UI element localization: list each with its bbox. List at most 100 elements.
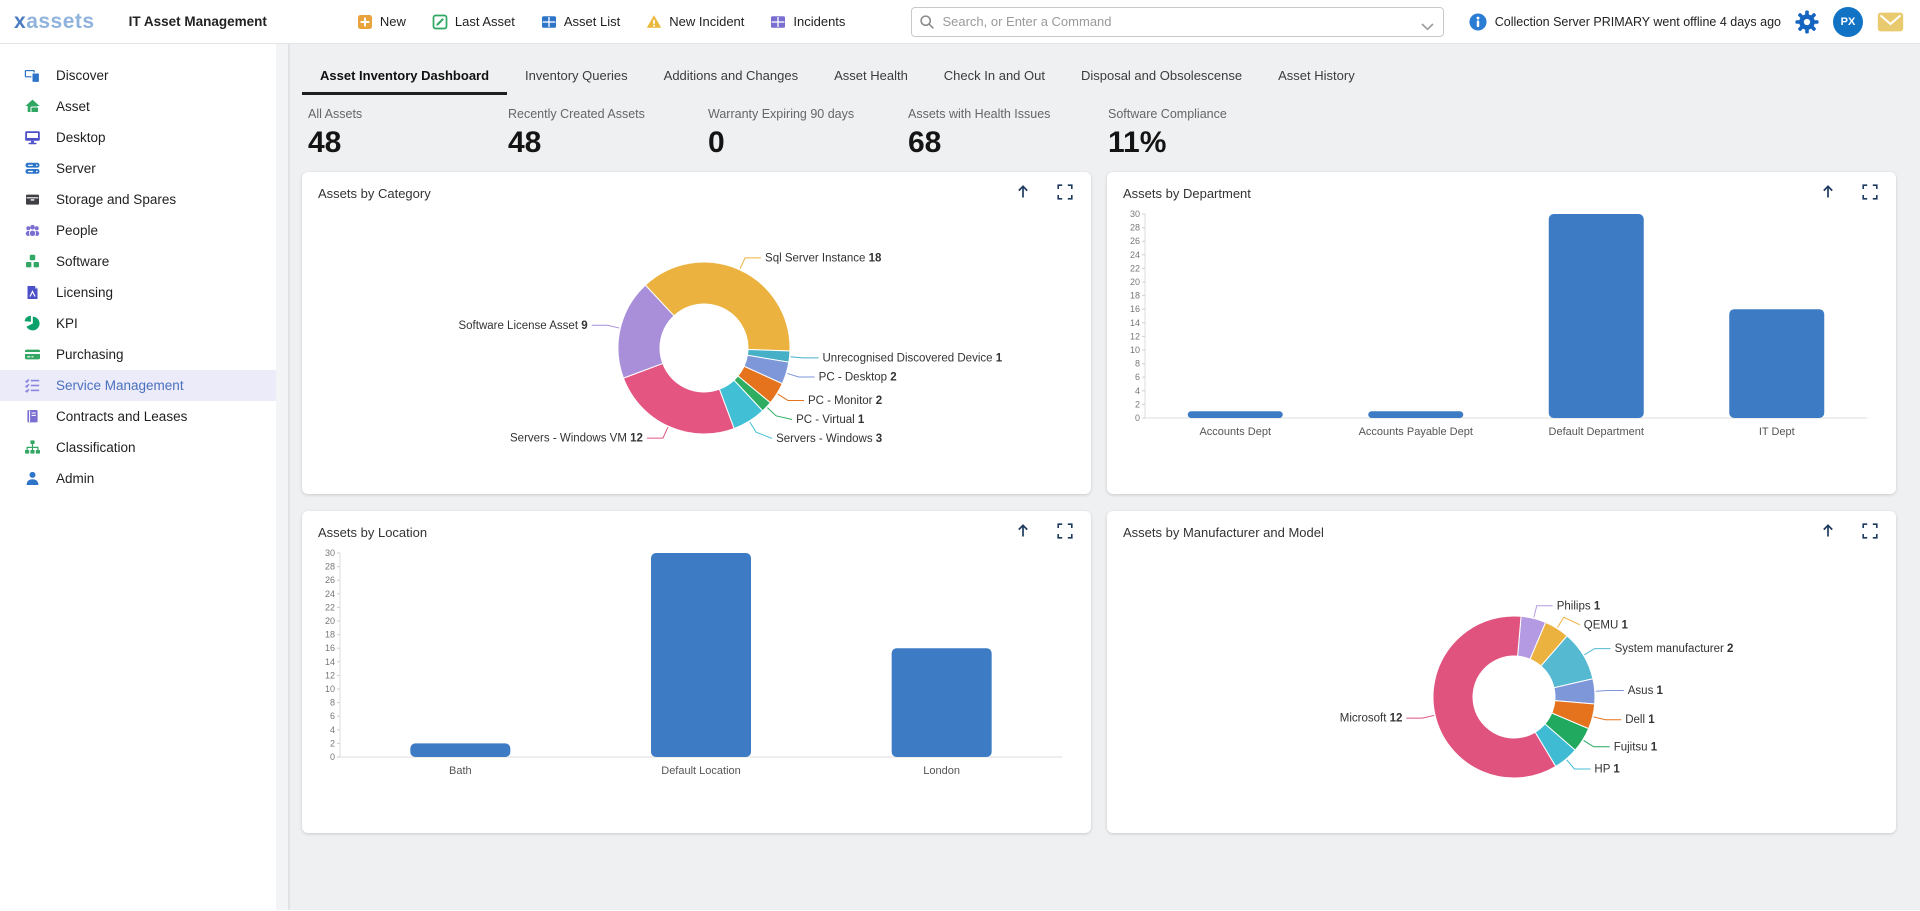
action-label: Incidents — [793, 14, 845, 29]
sidebar-item-admin[interactable]: Admin — [0, 463, 276, 494]
chevron-down-icon[interactable] — [1421, 18, 1434, 26]
search-box — [911, 7, 1444, 37]
card-assets-by-manufacturer-and-model: Assets by Manufacturer and ModelPhilips … — [1107, 511, 1896, 833]
sidebar-item-storage-and-spares[interactable]: Storage and Spares — [0, 184, 276, 215]
logo-x: x — [14, 10, 26, 33]
svg-text:Bath: Bath — [449, 765, 472, 777]
action-new-incident[interactable]: New Incident — [646, 14, 744, 30]
avatar[interactable]: PX — [1833, 7, 1863, 37]
tab-additions-and-changes[interactable]: Additions and Changes — [646, 58, 816, 95]
card-assets-by-location: Assets by Location0246810121416182022242… — [302, 511, 1091, 833]
expand-icon[interactable] — [1057, 184, 1075, 202]
bar-chart: 024681012141618202224262830Accounts Dept… — [1119, 206, 1879, 478]
action-asset-list[interactable]: Asset List — [541, 14, 620, 30]
sidebar-item-label: Server — [56, 161, 96, 176]
sidebar-item-licensing[interactable]: Licensing — [0, 277, 276, 308]
stats-row: All Assets48Recently Created Assets48War… — [308, 107, 1920, 160]
svg-text:8: 8 — [1135, 359, 1140, 369]
action-last-asset[interactable]: Last Asset — [432, 14, 515, 30]
chart-area: Philips 1QEMU 1System manufacturer 2Asus… — [1107, 543, 1896, 822]
sidebar-item-service-management[interactable]: Service Management — [0, 370, 276, 401]
warning-triangle-icon — [646, 14, 662, 30]
app-title: IT Asset Management — [129, 14, 267, 29]
svg-text:PC - Desktop 2: PC - Desktop 2 — [819, 371, 897, 383]
sidebar-item-contracts-and-leases[interactable]: Contracts and Leases — [0, 401, 276, 432]
monitor-icon — [24, 129, 41, 146]
sidebar-item-desktop[interactable]: Desktop — [0, 122, 276, 153]
gear-icon[interactable] — [1795, 10, 1819, 34]
svg-text:Software License Asset 9: Software License Asset 9 — [458, 320, 587, 332]
action-incidents[interactable]: Incidents — [770, 14, 845, 30]
xassets-logo[interactable]: xassets — [14, 10, 95, 34]
export-arrow-icon[interactable] — [1015, 523, 1033, 541]
stat-value: 48 — [508, 126, 708, 160]
sidebar-item-label: KPI — [56, 316, 78, 331]
tab-disposal-and-obsolescense[interactable]: Disposal and Obsolescense — [1063, 58, 1260, 95]
action-new[interactable]: New — [357, 14, 406, 30]
svg-text:28: 28 — [325, 562, 335, 572]
donut-chart: Philips 1QEMU 1System manufacturer 2Asus… — [1119, 545, 1879, 817]
svg-text:Accounts Dept: Accounts Dept — [1199, 426, 1271, 438]
svg-text:Microsoft 12: Microsoft 12 — [1340, 713, 1403, 725]
export-arrow-icon[interactable] — [1015, 184, 1033, 202]
cubes-icon — [24, 253, 41, 270]
bar-chart: 024681012141618202224262830BathDefault L… — [314, 545, 1074, 817]
svg-text:London: London — [923, 765, 960, 777]
sidebar-scrollbar[interactable] — [276, 44, 290, 910]
svg-text:4: 4 — [1135, 386, 1140, 396]
svg-text:14: 14 — [1130, 318, 1140, 328]
sidebar-item-label: Classification — [56, 440, 136, 455]
sidebar-item-server[interactable]: Server — [0, 153, 276, 184]
card-title: Assets by Category — [318, 186, 991, 201]
tab-asset-health[interactable]: Asset Health — [816, 58, 926, 95]
search-input[interactable] — [911, 7, 1444, 37]
svg-text:22: 22 — [325, 602, 335, 612]
export-arrow-icon[interactable] — [1820, 184, 1838, 202]
server-status: Collection Server PRIMARY went offline 4… — [1469, 13, 1781, 31]
stat-value: 0 — [708, 126, 908, 160]
chart-area: Sql Server Instance 18Unrecognised Disco… — [302, 204, 1091, 483]
sidebar-item-discover[interactable]: Discover — [0, 60, 276, 91]
sidebar-item-software[interactable]: Software — [0, 246, 276, 277]
svg-text:PC - Monitor 2: PC - Monitor 2 — [808, 395, 882, 407]
expand-icon[interactable] — [1862, 523, 1880, 541]
tab-inventory-queries[interactable]: Inventory Queries — [507, 58, 646, 95]
tab-check-in-and-out[interactable]: Check In and Out — [926, 58, 1063, 95]
topbar-actions: New Last Asset Asset List New Incident Incid… — [357, 14, 846, 30]
plus-square-icon — [357, 14, 373, 30]
person-icon — [24, 470, 41, 487]
svg-text:18: 18 — [1130, 291, 1140, 301]
svg-text:12: 12 — [1130, 331, 1140, 341]
sidebar: Discover AssetDesktop Server Storage and Sp… — [0, 44, 276, 910]
svg-text:20: 20 — [1130, 277, 1140, 287]
svg-text:6: 6 — [330, 711, 335, 721]
info-circle-icon[interactable] — [1469, 13, 1487, 31]
mail-icon[interactable] — [1877, 12, 1904, 32]
svg-text:8: 8 — [330, 698, 335, 708]
stat-warranty-expiring-90-days: Warranty Expiring 90 days0 — [708, 107, 908, 160]
chart-cards: Assets by Category Sql Server Instance 18… — [302, 172, 1906, 833]
export-arrow-icon[interactable] — [1820, 523, 1838, 541]
card-title: Assets by Location — [318, 525, 991, 540]
book-icon — [24, 408, 41, 425]
svg-text:26: 26 — [325, 575, 335, 585]
sidebar-item-classification[interactable]: Classification — [0, 432, 276, 463]
svg-text:28: 28 — [1130, 223, 1140, 233]
topbar: xassets IT Asset Management New Last Asse… — [0, 0, 1920, 44]
sidebar-item-label: Discover — [56, 68, 109, 83]
svg-text:0: 0 — [330, 752, 335, 762]
svg-text:2: 2 — [330, 738, 335, 748]
tab-asset-history[interactable]: Asset History — [1260, 58, 1373, 95]
sidebar-item-kpi[interactable]: KPI — [0, 308, 276, 339]
sidebar-item-purchasing[interactable]: Purchasing — [0, 339, 276, 370]
tab-asset-inventory-dashboard[interactable]: Asset Inventory Dashboard — [302, 58, 507, 95]
expand-icon[interactable] — [1862, 184, 1880, 202]
sidebar-item-people[interactable]: People — [0, 215, 276, 246]
search-icon — [919, 14, 935, 30]
expand-icon[interactable] — [1057, 523, 1075, 541]
stat-value: 68 — [908, 126, 1108, 160]
card-assets-by-category: Assets by Category Sql Server Instance 18… — [302, 172, 1091, 494]
stat-label: Recently Created Assets — [508, 107, 708, 121]
sidebar-item-asset[interactable]: Asset — [0, 91, 276, 122]
chart-area: 024681012141618202224262830Accounts Dept… — [1107, 204, 1896, 483]
